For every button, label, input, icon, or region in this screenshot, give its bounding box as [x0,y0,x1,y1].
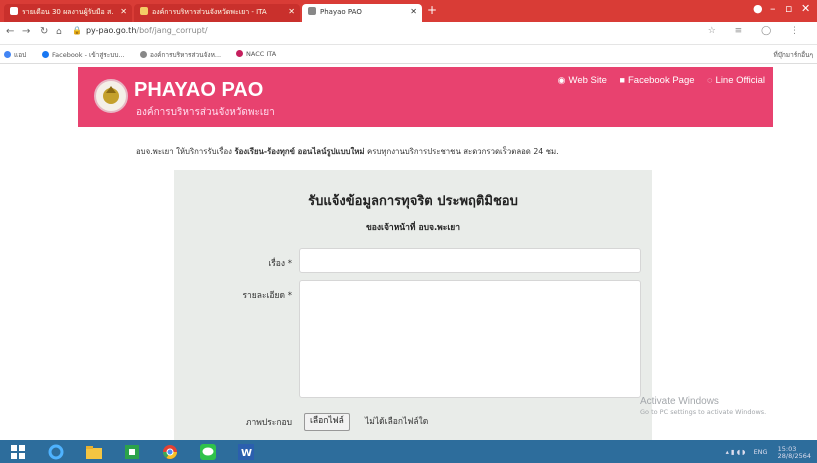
close-tab-icon[interactable]: ✕ [288,7,295,16]
back-icon[interactable]: ← [6,26,14,37]
toolbar-extension-icons[interactable]: ☆ ≡ ◯ ⋮ [708,26,807,36]
facebook-icon: ■ [619,75,625,85]
minimize-icon[interactable]: – [770,2,776,15]
maximize-icon[interactable]: ▫ [785,2,792,15]
nav-facebook-page[interactable]: ■ Facebook Page [620,75,695,86]
attachment-label: ภาพประกอบ [245,418,292,428]
site-brand-subtitle: องค์การบริหารส่วนจังหวัดพะเยา [136,107,275,118]
choose-file-button[interactable]: เลือกไฟล์ [304,413,350,431]
lock-icon: 🔒 [72,26,82,35]
windows-logo-icon [11,444,25,459]
site-header-banner: PHAYAO PAO องค์การบริหารส่วนจังหวัดพะเยา… [78,67,773,127]
reload-icon[interactable]: ↻ [40,26,48,37]
corruption-report-form: รับแจ้งข้อมูลการทุจริต ประพฤติมิชอบ ของเ… [174,170,652,442]
nacc-icon [236,50,243,57]
file-status-text: ไม่ได้เลือกไฟล์ใด [365,417,429,427]
bookmark-pao[interactable]: องค์การบริหารส่วนจังห... [140,50,221,60]
bookmark-nacc[interactable]: NACC ITA [236,50,276,58]
pao-logo[interactable] [94,79,128,113]
line-chat-icon: ◌ [707,75,713,85]
bookmark-facebook[interactable]: Facebook - เข้าสู่ระบบ... [42,50,125,60]
bookmark-other[interactable]: ที่บุ๊กมาร์กอื่นๆ [773,50,813,60]
facebook-icon [42,51,49,58]
word-app-icon[interactable]: W [234,443,258,460]
activate-windows-watermark: Activate Windows Go to PC settings to ac… [640,396,767,416]
line-app-icon[interactable] [196,443,220,460]
profile-icon[interactable]: ● [753,2,763,15]
nav-web-site[interactable]: ◉ Web Site [558,75,607,86]
chrome-icon[interactable] [158,443,182,460]
site-favicon-icon [140,7,148,15]
bookmarks-bar: แอป Facebook - เข้าสู่ระบบ... องค์การบริ… [0,45,817,64]
bookmark-apps[interactable]: แอป [4,50,26,60]
browser-tab-active[interactable]: Phayao PAO ✕ [302,4,422,22]
site-favicon-icon [140,51,147,58]
youtube-favicon-icon [10,7,18,15]
clock[interactable]: 15:03 28/8/2564 [778,446,811,460]
new-tab-button[interactable]: + [427,3,437,17]
browser-tab-1[interactable]: รายเดือน 30 ผลงานผู้รับมือ ส. ✕ [4,4,132,22]
close-window-icon[interactable]: ✕ [801,2,810,15]
file-explorer-icon[interactable] [82,443,106,460]
home-icon[interactable]: ⌂ [56,27,62,37]
site-favicon-icon [308,7,316,15]
start-button[interactable] [6,443,30,460]
close-tab-icon[interactable]: ✕ [120,7,127,16]
site-brand-title[interactable]: PHAYAO PAO [134,79,263,102]
globe-icon: ◉ [557,75,566,85]
browser-tab-bar: รายเดือน 30 ผลงานผู้รับมือ ส. ✕ องค์การบ… [0,0,817,22]
store-app-icon[interactable] [120,443,144,460]
detail-textarea[interactable] [299,280,641,398]
svg-text:W: W [241,448,252,459]
form-title: รับแจ้งข้อมูลการทุจริต ประพฤติมิชอบ [308,194,518,209]
subject-label: เรื่อง * [268,259,292,269]
announcement-text: อบจ.พะเยา ให้บริการรับเรื่อง ร้องเรียน-ร… [136,147,559,156]
detail-label: รายละเอียด * [242,291,292,301]
internet-explorer-icon[interactable] [44,443,68,460]
subject-input[interactable] [299,248,641,273]
system-tray[interactable]: ▴ ▮ ◖ ◗ ENG 15:03 28/8/2564 [726,446,811,460]
header-nav: ◉ Web Site ■ Facebook Page ◌ Line Official [548,75,765,86]
nav-line-official[interactable]: ◌ Line Official [707,75,765,86]
forward-icon[interactable]: → [22,26,30,37]
browser-tab-2[interactable]: องค์การบริหารส่วนจังหวัดพะเยา - ITA ✕ [134,4,300,22]
windows-taskbar: W ▴ ▮ ◖ ◗ ENG 15:03 28/8/2564 [0,440,817,463]
input-language[interactable]: ENG [754,448,768,456]
close-tab-icon[interactable]: ✕ [410,7,417,16]
address-bar[interactable]: 🔒 py-pao.go.th/bof/jang_corrupt/ [72,26,208,35]
form-subtitle: ของเจ้าหน้าที่ อบจ.พะเยา [365,223,460,233]
tray-icons: ▴ ▮ ◖ ◗ [725,448,746,456]
apps-grid-icon [4,51,11,58]
browser-toolbar: ← → ↻ ⌂ 🔒 py-pao.go.th/bof/jang_corrupt/ … [0,22,817,45]
